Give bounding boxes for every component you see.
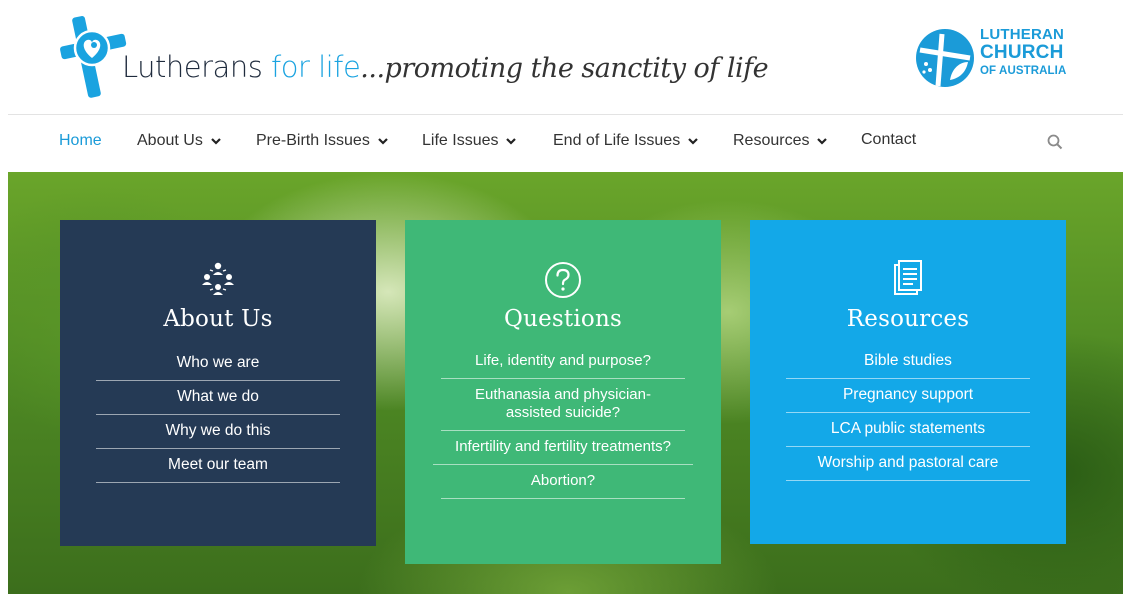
lca-line3: OF AUSTRALIA	[980, 65, 1067, 77]
link-pregnancy-support[interactable]: Pregnancy support	[786, 379, 1030, 413]
site-header: Lutherans for life...promoting the sanct…	[0, 0, 1123, 116]
nav-label: Resources	[733, 132, 810, 149]
nav-item-home[interactable]: Home	[59, 132, 102, 150]
link-lca-public-statements[interactable]: LCA public statements	[786, 413, 1030, 447]
nav-item-pre-birth-issues[interactable]: Pre-Birth Issues	[256, 132, 388, 150]
nav-label: Home	[59, 132, 102, 149]
card-links: Life, identity and purpose? Euthanasia a…	[433, 345, 693, 499]
about-us-card: About Us Who we are What we do Why we do…	[60, 220, 376, 546]
nav-label: About Us	[137, 132, 203, 149]
site-name[interactable]: Lutherans for life...promoting the sanct…	[122, 50, 769, 84]
header-divider	[8, 114, 1123, 115]
lca-line1: LUTHERAN	[980, 26, 1065, 43]
link-meet-our-team[interactable]: Meet our team	[96, 449, 340, 483]
nav-item-end-of-life-issues[interactable]: End of Life Issues	[553, 132, 698, 150]
site-tagline: ...promoting the sanctity of life	[360, 53, 769, 84]
lca-wordmark[interactable]: LUTHERAN CHURCH OF AUSTRALIA	[980, 27, 1066, 78]
nav-item-about-us[interactable]: About Us	[137, 132, 221, 150]
link-infertility[interactable]: Infertility and fertility treatments?	[433, 431, 693, 465]
nav-label: End of Life Issues	[553, 132, 681, 149]
resources-card: Resources Bible studies Pregnancy suppor…	[750, 220, 1066, 544]
link-life-identity-purpose[interactable]: Life, identity and purpose?	[441, 345, 685, 379]
chevron-down-icon	[506, 138, 517, 145]
link-bible-studies[interactable]: Bible studies	[786, 345, 1030, 379]
question-circle-icon	[545, 262, 581, 298]
card-title: About Us	[163, 306, 273, 332]
card-links: Bible studies Pregnancy support LCA publ…	[786, 345, 1030, 481]
link-euthanasia[interactable]: Euthanasia and physician-assisted suicid…	[441, 379, 685, 431]
nav-item-life-issues[interactable]: Life Issues	[422, 132, 517, 150]
card-links: Who we are What we do Why we do this Mee…	[96, 347, 340, 483]
document-icon	[894, 260, 922, 295]
link-what-we-do[interactable]: What we do	[96, 381, 340, 415]
link-worship-pastoral-care[interactable]: Worship and pastoral care	[786, 447, 1030, 481]
chevron-down-icon	[817, 138, 828, 145]
chevron-down-icon	[211, 138, 221, 145]
link-who-we-are[interactable]: Who we are	[96, 347, 340, 381]
link-abortion[interactable]: Abortion?	[441, 465, 685, 499]
nav-item-contact[interactable]: Contact	[861, 131, 916, 149]
main-nav: Home About Us Pre-Birth Issues Life Issu…	[0, 116, 1123, 172]
card-title: Questions	[504, 306, 622, 332]
chevron-down-icon	[378, 138, 388, 145]
site-name-part1: Lutherans	[122, 50, 263, 84]
lutherans-for-life-logo-icon[interactable]	[58, 12, 130, 102]
questions-card: Questions Life, identity and purpose? Eu…	[405, 220, 721, 564]
card-title: Resources	[846, 306, 970, 332]
search-icon[interactable]	[1046, 133, 1064, 151]
site-name-part2: for life	[262, 50, 361, 84]
nav-label: Contact	[861, 131, 917, 148]
team-icon	[202, 262, 234, 295]
nav-label: Life Issues	[422, 132, 499, 149]
nav-label: Pre-Birth Issues	[256, 132, 370, 149]
nav-item-resources[interactable]: Resources	[733, 132, 828, 150]
link-why-we-do-this[interactable]: Why we do this	[96, 415, 340, 449]
chevron-down-icon	[688, 138, 698, 145]
lca-line2: CHURCH	[980, 42, 1064, 63]
